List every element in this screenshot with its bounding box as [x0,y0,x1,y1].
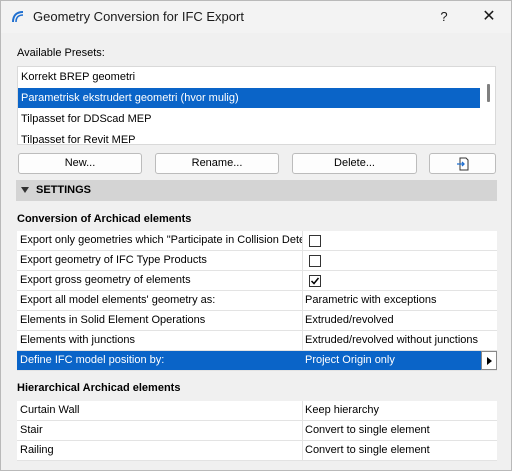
window-title: Geometry Conversion for IFC Export [33,9,244,24]
preset-list[interactable]: Korrekt BREP geometri Parametrisk ekstru… [17,66,496,145]
available-presets-label: Available Presets: [17,47,105,59]
property-row-selected[interactable]: Define IFC model position by: Project Or… [17,351,497,371]
title-bar: Geometry Conversion for IFC Export ? ✕ [1,1,511,33]
column-separator [302,271,303,291]
property-value[interactable]: Parametric with exceptions [305,294,491,306]
property-name: Export all model elements' geometry as: [20,294,216,306]
property-row[interactable]: Export all model elements' geometry as: … [17,291,497,311]
column-separator [302,421,303,441]
delete-preset-button[interactable]: Delete... [292,153,417,174]
column-separator [302,231,303,251]
new-preset-button[interactable]: New... [18,153,142,174]
property-row[interactable]: Elements with junctions Extruded/revolve… [17,331,497,351]
preset-item-selected[interactable]: Parametrisk ekstrudert geometri (hvor mu… [18,88,480,108]
property-value[interactable]: Extruded/revolved [305,314,491,326]
property-name: Railing [20,444,54,456]
column-separator [302,311,303,331]
property-name: Elements in Solid Element Operations [20,314,206,326]
property-name: Export geometry of IFC Type Products [20,254,207,266]
property-value[interactable]: Keep hierarchy [305,404,491,416]
column-separator [302,401,303,421]
property-row[interactable]: Elements in Solid Element Operations Ext… [17,311,497,331]
property-name: Define IFC model position by: [20,354,165,366]
export-preset-button[interactable] [429,153,496,174]
list-scrollbar-thumb[interactable] [487,84,490,102]
property-name: Curtain Wall [20,404,80,416]
preset-item[interactable]: Tilpasset for DDScad MEP [18,109,480,129]
property-name: Export only geometries which "Participat… [20,234,302,246]
close-button[interactable]: ✕ [479,7,499,27]
property-row[interactable]: Export only geometries which "Participat… [17,231,497,251]
property-name: Stair [20,424,43,436]
settings-header[interactable]: SETTINGS [16,180,497,201]
checkmark-icon [310,277,320,285]
column-separator [302,251,303,271]
column-separator [302,441,303,461]
property-value[interactable]: Project Origin only [305,354,491,366]
conversion-properties-table: Export only geometries which "Participat… [17,231,497,371]
settings-label: SETTINGS [36,184,92,196]
document-export-icon [456,157,468,171]
column-separator [302,331,303,351]
archicad-app-icon [12,11,24,23]
collision-detection-checkbox[interactable] [309,235,321,247]
preset-item[interactable]: Korrekt BREP geometri [18,67,480,87]
property-name: Elements with junctions [20,334,135,346]
preset-item[interactable]: Tilpasset for Revit MEP [18,130,480,144]
hierarchical-section-title: Hierarchical Archicad elements [17,382,181,394]
hierarchical-properties-table: Curtain Wall Keep hierarchy Stair Conver… [17,401,497,461]
type-products-checkbox[interactable] [309,255,321,267]
conversion-section-title: Conversion of Archicad elements [17,213,192,225]
property-row[interactable]: Railing Convert to single element [17,441,497,461]
gross-geometry-checkbox[interactable] [309,275,321,287]
rename-preset-button[interactable]: Rename... [155,153,279,174]
property-value[interactable]: Extruded/revolved without junctions [305,334,491,346]
column-separator [302,291,303,311]
property-row[interactable]: Curtain Wall Keep hierarchy [17,401,497,421]
geometry-conversion-dialog: Geometry Conversion for IFC Export ? ✕ A… [0,0,512,471]
collapse-arrow-icon [21,187,29,193]
property-value[interactable]: Convert to single element [305,444,491,456]
expand-arrow-button[interactable] [481,351,497,370]
help-button[interactable]: ? [434,7,454,27]
property-row[interactable]: Export geometry of IFC Type Products [17,251,497,271]
property-row[interactable]: Export gross geometry of elements [17,271,497,291]
property-value[interactable]: Convert to single element [305,424,491,436]
property-name: Export gross geometry of elements [20,274,191,286]
property-row[interactable]: Stair Convert to single element [17,421,497,441]
